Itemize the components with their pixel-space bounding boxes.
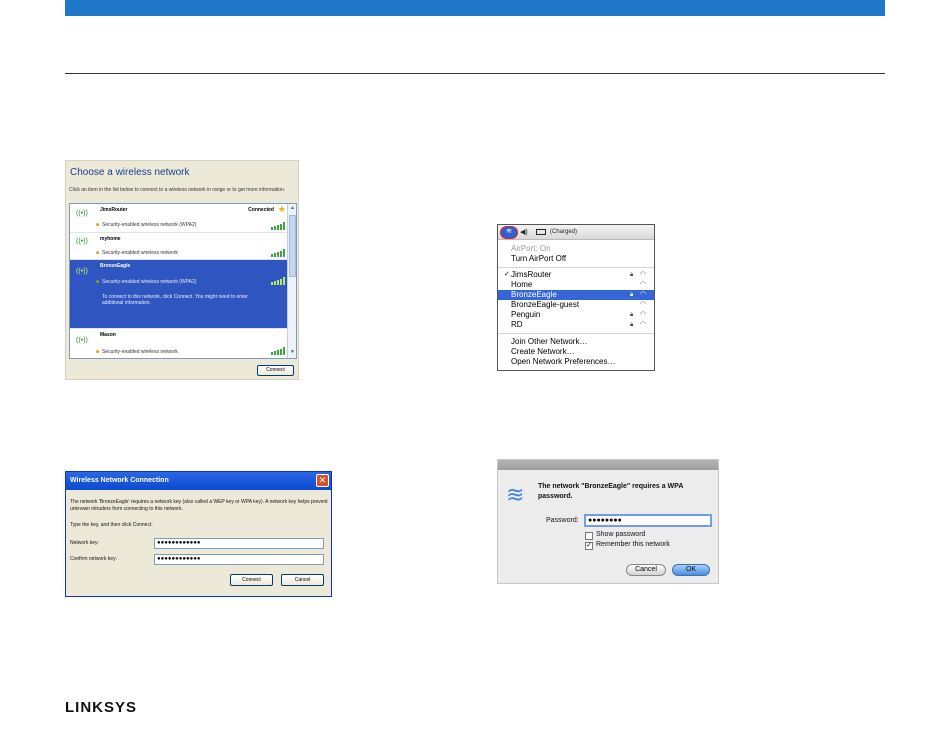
header-accent-bar <box>65 0 885 16</box>
mac-network-item-bronzeeagle[interactable]: BronzeEagle 🔒︎ ◠ <box>498 290 654 300</box>
xp-network-security: Security-enabled wireless network (WPA2) <box>102 279 197 285</box>
xp-choose-description: Click an item in the list below to conne… <box>69 187 286 193</box>
xp-choose-title: Choose a wireless network <box>70 167 190 178</box>
mac-ok-button[interactable]: OK <box>672 564 710 576</box>
xp-network-name: Mason <box>100 332 116 338</box>
xp-network-item-mason[interactable]: ((•)) Mason ■ Security-enabled wireless … <box>70 329 288 358</box>
xp-network-security: Security-enabled wireless network <box>102 250 178 256</box>
open-network-preferences-item[interactable]: Open Network Preferences… <box>498 357 654 367</box>
create-network-item[interactable]: Create Network… <box>498 347 654 357</box>
show-password-checkbox[interactable] <box>585 532 593 540</box>
turn-airport-off-item[interactable]: Turn AirPort Off <box>498 254 654 264</box>
menu-separator <box>498 267 654 268</box>
mac-dialog-heading: The network "BronzeEagle" requires a WPA… <box>538 483 684 500</box>
mac-password-dialog: ≋ The network "BronzeEagle" requires a W… <box>497 459 719 584</box>
mac-network-item-home[interactable]: Home ◠ <box>498 280 654 290</box>
airport-wifi-icon[interactable]: ≋ <box>500 226 518 239</box>
confirm-key-label: Confirm network key: <box>70 556 117 562</box>
close-icon[interactable]: ✕ <box>316 474 329 487</box>
xp-network-name: BronzeEagle <box>100 263 131 269</box>
signal-strength-icon <box>271 347 285 355</box>
star-icon: ★ <box>277 204 286 214</box>
wifi-signal-icon: ◠ <box>640 311 647 318</box>
mac-network-item-rd[interactable]: RD 🔒︎ ◠ <box>498 320 654 330</box>
lock-icon: 🔒︎ <box>630 322 634 328</box>
linksys-logo: LINKSYS <box>65 699 138 716</box>
xp-network-item-bronzeeagle[interactable]: ((•)) BronzeEagle ■ Security-enabled wir… <box>70 260 288 329</box>
xp-network-name: JimsRouter <box>100 207 128 213</box>
signal-strength-icon <box>271 277 285 285</box>
wifi-signal-icon: ◠ <box>640 301 647 308</box>
mac-network-item-bronzeeagle-guest[interactable]: BronzeEagle-guest ◠ <box>498 300 654 310</box>
mac-network-item-penguin[interactable]: Penguin 🔒︎ ◠ <box>498 310 654 320</box>
mac-network-item-jimsrouter[interactable]: ✓ JimsRouter 🔒︎ ◠ <box>498 270 654 280</box>
xp-dialog-instruction: Type the key, and then click Connect. <box>70 522 153 528</box>
mac-menubar: ≋ ◀) (Charged) <box>498 225 654 240</box>
wifi-signal-icon: ◠ <box>640 321 647 328</box>
menu-separator <box>498 333 654 334</box>
wifi-signal-icon: ◠ <box>640 291 647 298</box>
lock-icon: ■ <box>96 349 100 355</box>
antenna-icon: ((•)) <box>76 238 88 245</box>
password-label: Password: <box>546 517 579 524</box>
xp-network-item-jimsrouter[interactable]: ((•)) JimsRouter Connected ★ ■ Security-… <box>70 204 288 233</box>
xp-dialog-connect-button[interactable]: Connect <box>230 574 273 586</box>
xp-dialog-message: The network 'BronzeEagle' requires a net… <box>70 499 328 512</box>
xp-network-security: Security-enabled wireless network <box>102 349 178 355</box>
password-input[interactable]: ●●●●●●●● <box>584 514 712 527</box>
scroll-up-icon[interactable]: ▲ <box>289 205 296 213</box>
xp-network-item-myhome[interactable]: ((•)) myhome ■ Security-enabled wireless… <box>70 233 288 260</box>
lock-icon: ■ <box>96 279 100 285</box>
xp-network-hint: To connect to this network, click Connec… <box>102 294 248 306</box>
remember-network-label: Remember this network <box>596 541 670 548</box>
lock-icon: ■ <box>96 250 100 256</box>
join-other-network-item[interactable]: Join Other Network… <box>498 337 654 347</box>
xp-key-dialog: Wireless Network Connection ✕ The networ… <box>65 471 332 597</box>
battery-icon[interactable] <box>536 229 546 235</box>
xp-list-scrollbar[interactable]: ▲ ▼ <box>287 204 296 358</box>
mac-cancel-button[interactable]: Cancel <box>626 564 666 576</box>
confirm-key-input[interactable]: ●●●●●●●●●●●● <box>154 554 324 565</box>
xp-network-security: Security-enabled wireless network (WPA2) <box>102 222 197 228</box>
xp-connect-button[interactable]: Connect <box>257 365 294 376</box>
network-key-label: Network key: <box>70 540 99 546</box>
wifi-signal-icon: ◠ <box>640 271 647 278</box>
signal-strength-icon <box>271 222 285 230</box>
lock-icon: ■ <box>96 222 100 228</box>
remember-network-checkbox[interactable]: ✓ <box>585 542 593 550</box>
checkmark-icon: ✓ <box>504 271 510 278</box>
xp-choose-network-window: Choose a wireless network Click an item … <box>65 160 299 380</box>
airport-status-item: AirPort: On <box>511 244 551 253</box>
xp-dialog-cancel-button[interactable]: Cancel <box>281 574 324 586</box>
header-divider <box>65 73 885 74</box>
lock-icon: 🔒︎ <box>630 292 634 298</box>
scroll-thumb[interactable] <box>289 215 296 277</box>
xp-dialog-title: Wireless Network Connection <box>70 477 169 484</box>
mac-airport-menu: ≋ ◀) (Charged) AirPort: On Turn AirPort … <box>497 224 655 371</box>
xp-dialog-titlebar: Wireless Network Connection ✕ <box>66 472 331 490</box>
signal-strength-icon <box>271 249 285 257</box>
xp-network-list: ((•)) JimsRouter Connected ★ ■ Security-… <box>69 203 297 359</box>
show-password-label: Show password <box>596 531 646 538</box>
scroll-down-icon[interactable]: ▼ <box>289 349 296 357</box>
lock-icon: 🔒︎ <box>630 272 634 278</box>
xp-network-name: myhome <box>100 236 121 242</box>
lock-icon: 🔒︎ <box>630 312 634 318</box>
network-key-input[interactable]: ●●●●●●●●●●●● <box>154 538 324 549</box>
mac-dialog-titlebar <box>498 460 718 470</box>
antenna-icon: ((•)) <box>76 337 88 344</box>
wifi-icon: ≋ <box>506 482 525 507</box>
volume-icon[interactable]: ◀) <box>520 228 528 236</box>
xp-network-status: Connected <box>248 207 274 213</box>
antenna-icon: ((•)) <box>76 210 88 217</box>
wifi-signal-icon: ◠ <box>640 281 647 288</box>
battery-status: (Charged) <box>550 229 578 235</box>
antenna-icon: ((•)) <box>76 268 88 275</box>
